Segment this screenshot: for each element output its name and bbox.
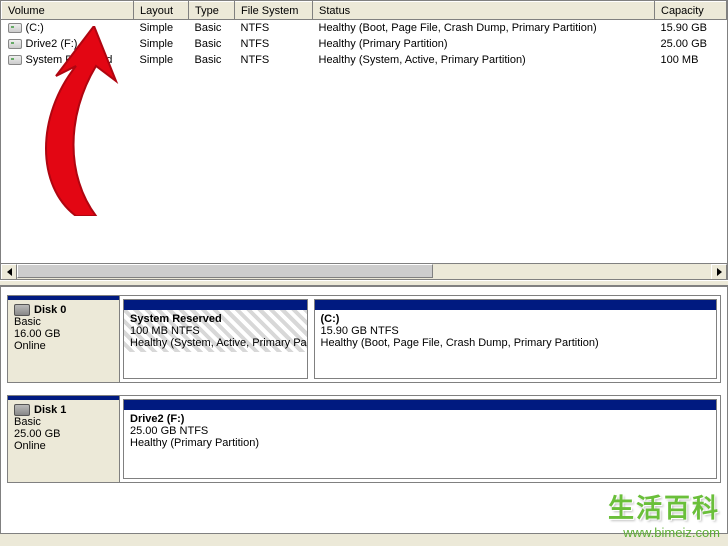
partition-title: (C:) (321, 313, 340, 325)
disk-icon (14, 404, 30, 416)
disk-name: Disk 1 (34, 404, 66, 416)
disk-partitions: System Reserved100 MB NTFSHealthy (Syste… (120, 296, 720, 382)
disk-info: Disk 1Basic25.00 GBOnline (8, 396, 120, 482)
volume-capacity: 25.00 GB (655, 36, 727, 52)
partition-stripe (124, 300, 307, 310)
disk-icon (14, 304, 30, 316)
partition-title: System Reserved (130, 313, 222, 325)
col-filesystem[interactable]: File System (235, 2, 313, 20)
volume-layout: Simple (134, 20, 189, 37)
volume-status: Healthy (System, Active, Primary Partiti… (313, 52, 655, 68)
partition[interactable]: Drive2 (F:)25.00 GB NTFSHealthy (Primary… (123, 399, 717, 479)
column-header-row: Volume Layout Type File System Status Ca… (2, 2, 727, 20)
disk-block[interactable]: Disk 1Basic25.00 GBOnlineDrive2 (F:)25.0… (7, 395, 721, 483)
volume-row[interactable]: (C:) SimpleBasicNTFSHealthy (Boot, Page F… (2, 20, 727, 37)
disk-graphical-pane: Disk 0Basic16.00 GBOnlineSystem Reserved… (0, 286, 728, 534)
partition-stripe (124, 400, 716, 410)
volume-fs: NTFS (235, 52, 313, 68)
col-layout[interactable]: Layout (134, 2, 189, 20)
volume-name: Drive2 (F:) (26, 38, 78, 50)
col-volume[interactable]: Volume (2, 2, 134, 20)
volume-name: System Reserved (26, 54, 113, 66)
col-type[interactable]: Type (189, 2, 235, 20)
partition[interactable]: System Reserved100 MB NTFSHealthy (Syste… (123, 299, 308, 379)
partition-status: Healthy (System, Active, Primary Partiti… (130, 337, 307, 349)
drive-icon (8, 23, 22, 33)
partition[interactable]: (C:)15.90 GB NTFSHealthy (Boot, Page Fil… (314, 299, 718, 379)
disk-name: Disk 0 (34, 304, 66, 316)
partition-title: Drive2 (F:) (130, 413, 184, 425)
volume-capacity: 15.90 GB (655, 20, 727, 37)
volume-fs: NTFS (235, 20, 313, 37)
volume-table: Volume Layout Type File System Status Ca… (1, 1, 727, 68)
volume-type: Basic (189, 52, 235, 68)
drive-icon (8, 39, 22, 49)
disk-state: Online (14, 340, 113, 352)
volume-layout: Simple (134, 36, 189, 52)
drive-icon (8, 55, 22, 65)
disk-size: 16.00 GB (14, 328, 113, 340)
partition-status: Healthy (Boot, Page File, Crash Dump, Pr… (321, 337, 599, 349)
horizontal-scrollbar[interactable] (1, 263, 727, 279)
volume-row[interactable]: System Reserved SimpleBasicNTFSHealthy (S… (2, 52, 727, 68)
scrollbar-track[interactable] (17, 264, 711, 279)
volume-type: Basic (189, 20, 235, 37)
volume-list-pane: Volume Layout Type File System Status Ca… (0, 0, 728, 280)
scroll-right-button[interactable] (711, 264, 727, 280)
volume-type: Basic (189, 36, 235, 52)
volume-fs: NTFS (235, 36, 313, 52)
scroll-left-button[interactable] (1, 264, 17, 280)
disk-header-stripe (8, 396, 119, 400)
partition-sub: 15.90 GB NTFS (321, 325, 399, 337)
disk-block[interactable]: Disk 0Basic16.00 GBOnlineSystem Reserved… (7, 295, 721, 383)
disk-header-stripe (8, 296, 119, 300)
volume-status: Healthy (Primary Partition) (313, 36, 655, 52)
disk-size: 25.00 GB (14, 428, 113, 440)
partition-sub: 25.00 GB NTFS (130, 425, 208, 437)
partition-sub: 100 MB NTFS (130, 325, 200, 337)
disk-state: Online (14, 440, 113, 452)
volume-row[interactable]: Drive2 (F:) SimpleBasicNTFSHealthy (Prima… (2, 36, 727, 52)
col-capacity[interactable]: Capacity (655, 2, 727, 20)
volume-status: Healthy (Boot, Page File, Crash Dump, Pr… (313, 20, 655, 37)
volume-name: (C:) (26, 22, 44, 34)
partition-status: Healthy (Primary Partition) (130, 437, 259, 449)
disk-info: Disk 0Basic16.00 GBOnline (8, 296, 120, 382)
partition-stripe (315, 300, 717, 310)
disk-type: Basic (14, 316, 113, 328)
col-status[interactable]: Status (313, 2, 655, 20)
volume-layout: Simple (134, 52, 189, 68)
disk-partitions: Drive2 (F:)25.00 GB NTFSHealthy (Primary… (120, 396, 720, 482)
triangle-right-icon (717, 268, 722, 276)
disk-type: Basic (14, 416, 113, 428)
scrollbar-thumb[interactable] (17, 264, 433, 278)
triangle-left-icon (7, 268, 12, 276)
volume-capacity: 100 MB (655, 52, 727, 68)
